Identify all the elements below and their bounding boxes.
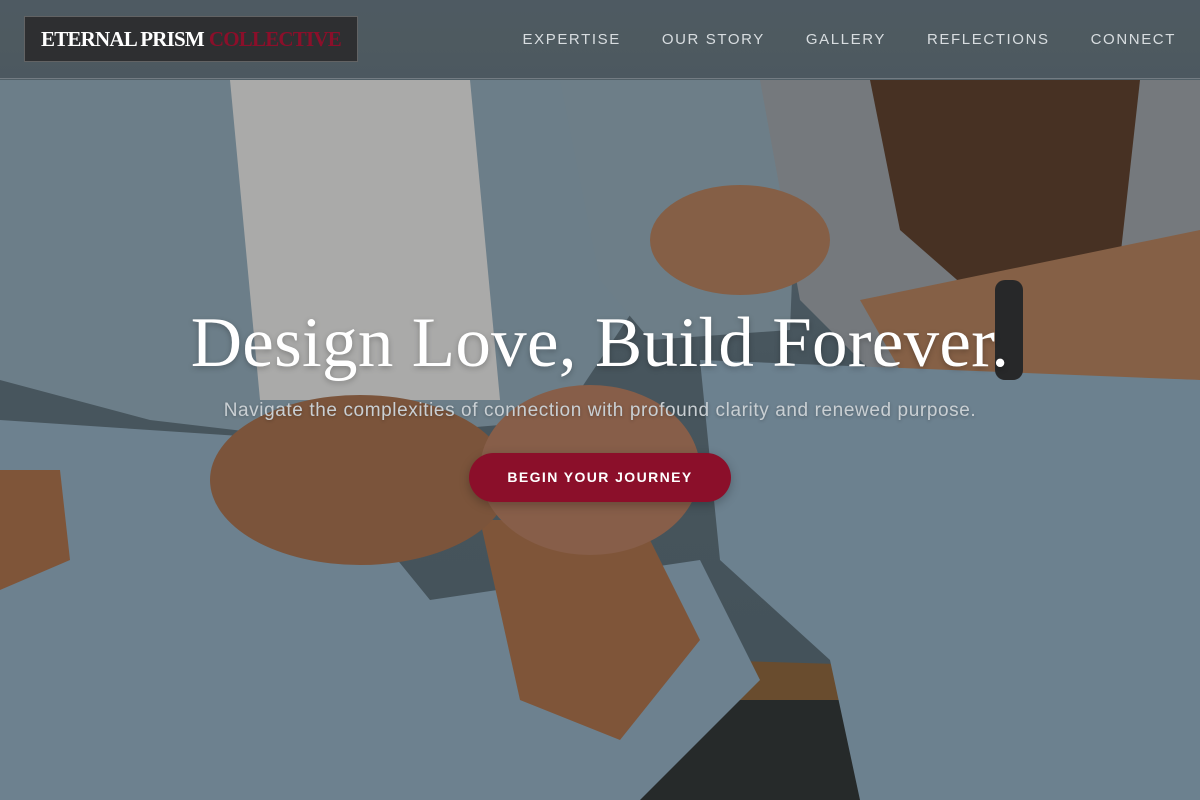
nav-link-connect[interactable]: CONNECT <box>1091 31 1176 48</box>
brand-name-main: ETERNAL PRISM <box>41 26 205 51</box>
hero-title: Design Love, Build Forever. <box>190 304 1010 382</box>
site-header: ETERNAL PRISM COLLECTIVE EXPERTISE OUR S… <box>0 0 1200 79</box>
hero-subtitle: Navigate the complexities of connection … <box>223 400 977 421</box>
nav-link-gallery[interactable]: GALLERY <box>806 31 886 48</box>
main-navigation: EXPERTISE OUR STORY GALLERY REFLECTIONS … <box>523 31 1177 48</box>
brand-logo[interactable]: ETERNAL PRISM COLLECTIVE <box>24 16 358 62</box>
begin-journey-button[interactable]: BEGIN YOUR JOURNEY <box>469 453 731 502</box>
nav-link-our-story[interactable]: OUR STORY <box>662 31 765 48</box>
nav-link-reflections[interactable]: REFLECTIONS <box>927 31 1050 48</box>
brand-name-accent: COLLECTIVE <box>208 26 342 51</box>
nav-link-expertise[interactable]: EXPERTISE <box>523 31 621 48</box>
hero-content: Design Love, Build Forever. Navigate the… <box>0 300 1200 502</box>
